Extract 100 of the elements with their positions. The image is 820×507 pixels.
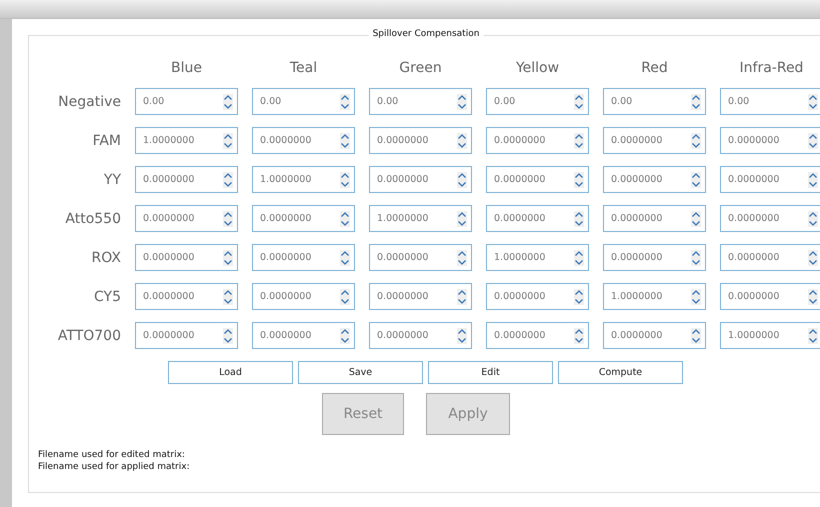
- spin-arrows-icon[interactable]: [574, 172, 584, 188]
- spin-box[interactable]: 0.0000000: [135, 283, 238, 310]
- spin-arrows-icon[interactable]: [340, 132, 350, 148]
- spin-box[interactable]: 0.0000000: [135, 166, 238, 193]
- spin-arrows-icon[interactable]: [223, 328, 233, 344]
- spin-arrows-icon[interactable]: [808, 288, 818, 304]
- spin-box[interactable]: 0.0000000: [252, 205, 355, 232]
- spin-arrows-icon[interactable]: [340, 210, 350, 226]
- spin-arrows-icon[interactable]: [457, 288, 467, 304]
- spin-arrows-icon[interactable]: [574, 132, 584, 148]
- spin-box[interactable]: 0.0000000: [135, 322, 238, 349]
- spin-box[interactable]: 0.0000000: [720, 166, 820, 193]
- spin-arrows-icon[interactable]: [808, 132, 818, 148]
- spin-arrows-icon[interactable]: [457, 94, 467, 110]
- spin-box[interactable]: 1.0000000: [135, 127, 238, 154]
- spin-arrows-icon[interactable]: [574, 250, 584, 266]
- spin-box[interactable]: 0.0000000: [486, 166, 589, 193]
- spin-box[interactable]: 1.0000000: [252, 166, 355, 193]
- spin-box[interactable]: 1.0000000: [720, 322, 820, 349]
- spin-box[interactable]: 1.0000000: [603, 283, 706, 310]
- spin-arrows-icon[interactable]: [691, 132, 701, 148]
- spin-box[interactable]: 1.0000000: [369, 205, 472, 232]
- spin-arrows-icon[interactable]: [691, 250, 701, 266]
- spin-arrows-icon[interactable]: [457, 132, 467, 148]
- spin-box[interactable]: 0.00: [486, 88, 589, 115]
- spin-box[interactable]: 0.0000000: [603, 322, 706, 349]
- spin-arrows-icon[interactable]: [223, 172, 233, 188]
- spin-box[interactable]: 0.0000000: [720, 283, 820, 310]
- spin-box[interactable]: 0.0000000: [252, 244, 355, 271]
- filename-label: Filename used for applied matrix:: [38, 461, 191, 473]
- spin-arrows-icon[interactable]: [340, 328, 350, 344]
- row-label: CY5: [93, 288, 121, 304]
- spin-arrows-icon[interactable]: [223, 210, 233, 226]
- spin-arrows-icon[interactable]: [457, 328, 467, 344]
- spin-box[interactable]: 0.0000000: [603, 127, 706, 154]
- column-header: Teal: [288, 60, 318, 76]
- spin-arrows-icon[interactable]: [340, 250, 350, 266]
- matrix-button[interactable]: Load: [168, 361, 293, 384]
- spin-box[interactable]: 0.00: [252, 88, 355, 115]
- spin-box[interactable]: 0.00: [369, 88, 472, 115]
- filename-label: Filename used for edited matrix:: [38, 449, 186, 461]
- spin-box[interactable]: 0.0000000: [486, 283, 589, 310]
- spin-arrows-icon[interactable]: [457, 172, 467, 188]
- spin-arrows-icon[interactable]: [223, 132, 233, 148]
- spin-arrows-icon[interactable]: [574, 94, 584, 110]
- row-label: ROX: [90, 250, 121, 266]
- spin-box[interactable]: 1.0000000: [486, 244, 589, 271]
- column-header: Red: [640, 60, 669, 76]
- column-header: Green: [398, 60, 443, 76]
- spin-arrows-icon[interactable]: [340, 172, 350, 188]
- spin-box[interactable]: 0.0000000: [252, 127, 355, 154]
- spin-arrows-icon[interactable]: [340, 288, 350, 304]
- spin-arrows-icon[interactable]: [808, 210, 818, 226]
- spin-arrows-icon[interactable]: [340, 94, 350, 110]
- spin-box[interactable]: 0.00: [603, 88, 706, 115]
- spin-arrows-icon[interactable]: [691, 172, 701, 188]
- spin-arrows-icon[interactable]: [808, 250, 818, 266]
- spin-box[interactable]: 0.00: [135, 88, 238, 115]
- matrix-button[interactable]: Edit: [428, 361, 553, 384]
- spin-box[interactable]: 0.0000000: [603, 244, 706, 271]
- spin-box[interactable]: 0.0000000: [369, 244, 472, 271]
- spin-box[interactable]: 0.00: [720, 88, 820, 115]
- spin-box[interactable]: 0.0000000: [252, 322, 355, 349]
- spin-arrows-icon[interactable]: [223, 250, 233, 266]
- row-label: ATTO700: [56, 328, 121, 344]
- spin-arrows-icon[interactable]: [691, 94, 701, 110]
- spin-arrows-icon[interactable]: [574, 210, 584, 226]
- spin-arrows-icon[interactable]: [808, 94, 818, 110]
- spin-box[interactable]: 0.0000000: [486, 127, 589, 154]
- spin-box[interactable]: 0.0000000: [603, 166, 706, 193]
- spin-box[interactable]: 0.0000000: [252, 283, 355, 310]
- spin-box[interactable]: 0.0000000: [369, 322, 472, 349]
- matrix-button[interactable]: Save: [298, 361, 423, 384]
- spin-box[interactable]: 0.0000000: [720, 127, 820, 154]
- column-header: Infra-Red: [738, 60, 804, 76]
- spin-box[interactable]: 0.0000000: [369, 127, 472, 154]
- spin-arrows-icon[interactable]: [808, 328, 818, 344]
- spin-arrows-icon[interactable]: [691, 328, 701, 344]
- column-header: Yellow: [514, 60, 560, 76]
- spin-box[interactable]: 0.0000000: [135, 244, 238, 271]
- spin-arrows-icon[interactable]: [691, 210, 701, 226]
- spin-box[interactable]: 0.0000000: [720, 205, 820, 232]
- spin-box[interactable]: 0.0000000: [603, 205, 706, 232]
- spin-arrows-icon[interactable]: [223, 288, 233, 304]
- spin-box[interactable]: 0.0000000: [369, 283, 472, 310]
- spin-box[interactable]: 0.0000000: [369, 166, 472, 193]
- column-header: Blue: [170, 60, 203, 76]
- spin-arrows-icon[interactable]: [574, 288, 584, 304]
- spin-box[interactable]: 0.0000000: [720, 244, 820, 271]
- spin-arrows-icon[interactable]: [808, 172, 818, 188]
- spin-arrows-icon[interactable]: [574, 328, 584, 344]
- spin-box[interactable]: 0.0000000: [135, 205, 238, 232]
- spin-arrows-icon[interactable]: [223, 94, 233, 110]
- row-label: Atto550: [64, 210, 121, 226]
- spin-arrows-icon[interactable]: [457, 250, 467, 266]
- matrix-button[interactable]: Compute: [558, 361, 683, 384]
- spin-arrows-icon[interactable]: [691, 288, 701, 304]
- spin-box[interactable]: 0.0000000: [486, 322, 589, 349]
- spin-box[interactable]: 0.0000000: [486, 205, 589, 232]
- spin-arrows-icon[interactable]: [457, 210, 467, 226]
